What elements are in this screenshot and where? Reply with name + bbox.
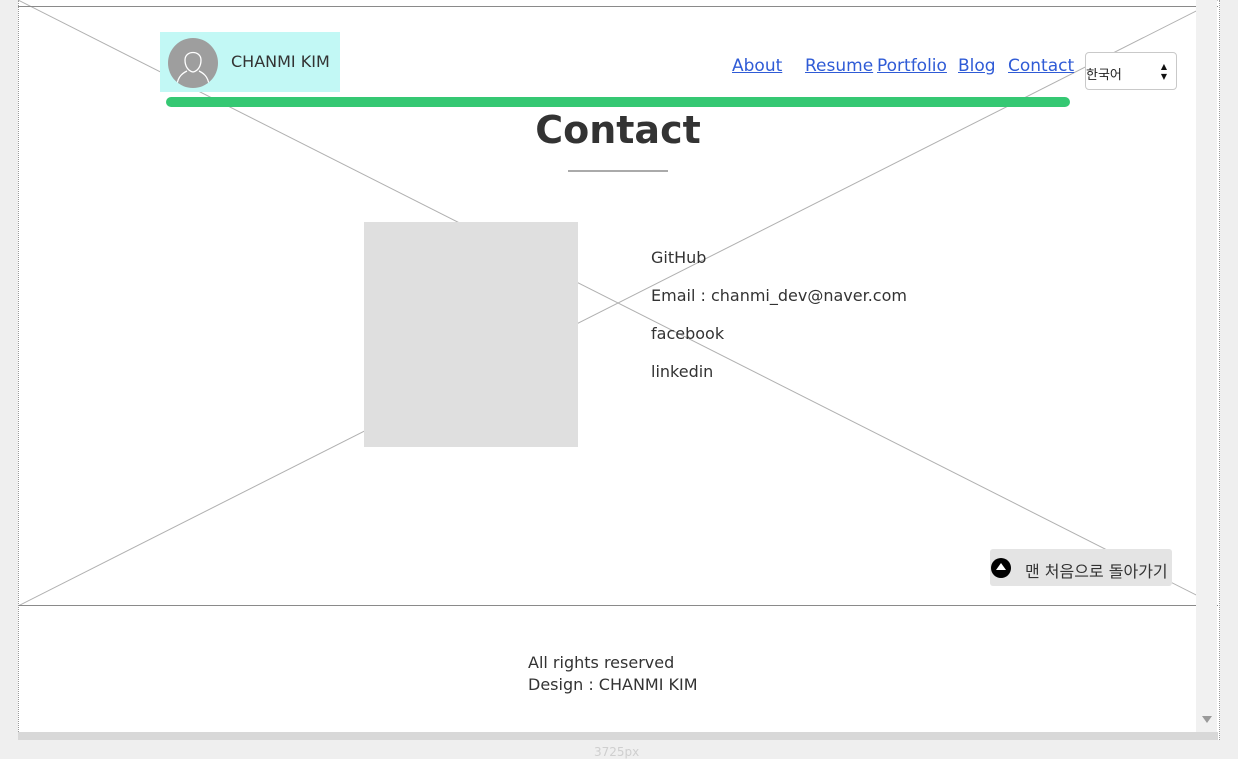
- profile-image-placeholder: [364, 222, 578, 447]
- scroll-down-icon[interactable]: [1202, 716, 1212, 723]
- canvas-bottom-edge: [18, 732, 1218, 740]
- nav-link-resume[interactable]: Resume: [805, 56, 873, 76]
- vertical-scrollbar[interactable]: [1196, 0, 1217, 732]
- contact-links: GitHub Email : chanmi_dev@naver.com face…: [651, 248, 907, 400]
- footer-design-credit: Design : CHANMI KIM: [528, 675, 698, 694]
- footer-rights: All rights reserved: [528, 653, 675, 672]
- title-divider: [568, 170, 668, 172]
- brand-name: CHANMI KIM: [231, 52, 330, 71]
- language-select[interactable]: 한국어 ▲ ▼: [1085, 52, 1177, 90]
- contact-facebook[interactable]: facebook: [651, 324, 907, 362]
- section-top-border: [18, 6, 1218, 7]
- contact-linkedin[interactable]: linkedin: [651, 362, 907, 400]
- arrow-up-circle-icon: [991, 558, 1011, 578]
- page-title: Contact: [535, 108, 701, 152]
- nav-link-portfolio[interactable]: Portfolio: [877, 56, 947, 76]
- nav-link-about[interactable]: About: [732, 56, 782, 76]
- nav-link-contact[interactable]: Contact: [1008, 56, 1074, 76]
- select-arrows-icon: ▲ ▼: [1160, 62, 1167, 81]
- contact-email[interactable]: Email : chanmi_dev@naver.com: [651, 286, 907, 324]
- avatar-icon: [168, 38, 218, 88]
- canvas-height-label: 3725px: [594, 745, 640, 759]
- brand-logo[interactable]: CHANMI KIM: [160, 32, 340, 92]
- header-accent-bar: [166, 97, 1070, 107]
- back-to-top-button[interactable]: 맨 처음으로 돌아가기: [990, 549, 1172, 586]
- back-to-top-label: 맨 처음으로 돌아가기: [1025, 562, 1168, 581]
- nav-link-blog[interactable]: Blog: [958, 56, 996, 76]
- contact-github[interactable]: GitHub: [651, 248, 907, 286]
- language-select-value: 한국어: [1086, 68, 1122, 83]
- section-bottom-border: [18, 605, 1218, 606]
- footer: All rights reserved Design : CHANMI KIM: [528, 652, 698, 696]
